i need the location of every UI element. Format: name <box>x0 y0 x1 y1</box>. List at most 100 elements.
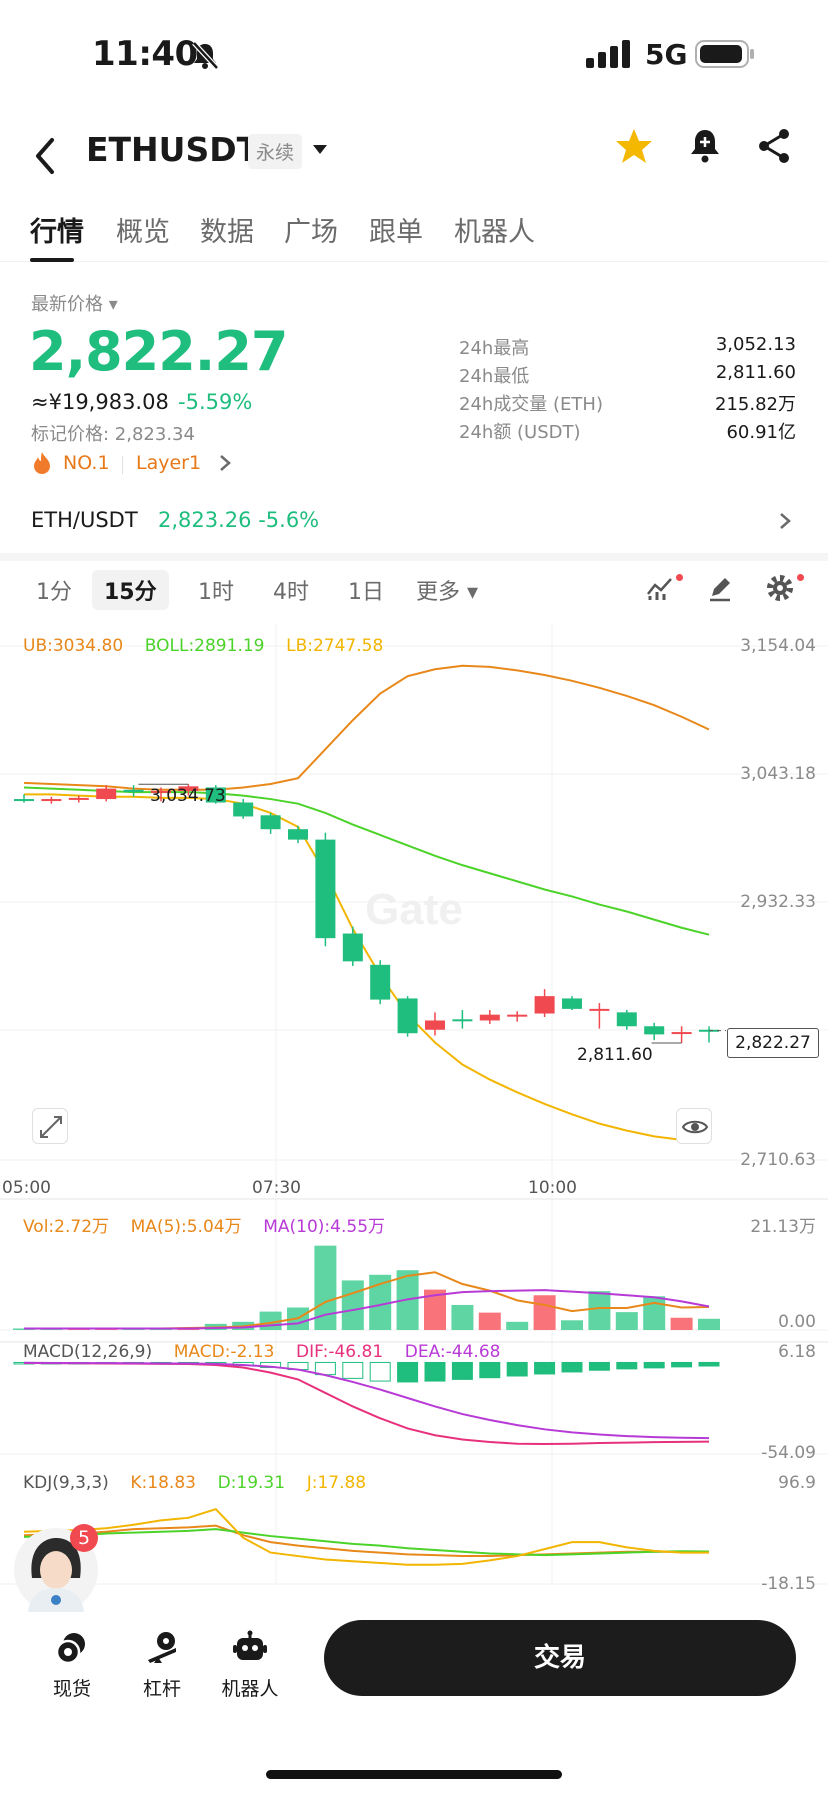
x-tick-label: 10:00 <box>528 1178 577 1198</box>
spot-pair-price: 2,823.26 -5.6% <box>158 508 320 532</box>
interval-selector: 1分 15分 1时 4时 1日 更多 ▾ <box>0 562 828 612</box>
stat-label-volume: 24h成交量 (ETH) <box>459 394 603 415</box>
d-value: D:19.31 <box>217 1473 286 1493</box>
spot-nav-label: 现货 <box>52 1678 91 1700</box>
interval-more[interactable]: 更多 ▾ <box>404 570 490 610</box>
macd-dea-line <box>23 1361 710 1440</box>
favorite-star-icon[interactable] <box>614 126 654 166</box>
stat-label-low: 24h最低 <box>459 366 530 387</box>
interval-1h[interactable]: 1时 <box>186 570 246 610</box>
robot-icon <box>233 1630 267 1660</box>
low-price-annotation: 2,811.60 <box>577 1045 653 1065</box>
y-tick-label: 21.13万 <box>750 1217 816 1237</box>
expand-icon <box>40 1116 62 1138</box>
tab-market[interactable]: 行情 <box>30 210 84 249</box>
spot-pair-name: ETH/USDT <box>31 508 138 532</box>
candle-body <box>288 829 308 840</box>
stat-value-low: 2,811.60 <box>715 362 796 383</box>
price-change-percent: -5.59% <box>178 390 253 414</box>
visibility-button[interactable] <box>676 1108 712 1144</box>
spot-coins-icon <box>55 1633 85 1665</box>
candle-body <box>41 799 62 802</box>
candle-body <box>562 998 582 1009</box>
share-icon[interactable] <box>756 126 792 166</box>
tab-overview[interactable]: 概览 <box>116 210 170 249</box>
tab-square[interactable]: 广场 <box>284 210 338 249</box>
macd-histogram-bar <box>397 1361 419 1383</box>
category-tag[interactable]: Layer1 <box>136 452 201 474</box>
fullscreen-button[interactable] <box>32 1108 68 1144</box>
macd-value: MACD:-2.13 <box>173 1342 275 1362</box>
trade-button[interactable]: 交易 <box>324 1620 796 1696</box>
stat-value-volume: 215.82万 <box>715 394 796 415</box>
tab-data[interactable]: 数据 <box>200 210 254 249</box>
candle-body <box>671 1032 692 1035</box>
macd-histogram-bar <box>506 1361 528 1377</box>
y-tick-label: -18.15 <box>761 1574 816 1594</box>
volume-bar <box>561 1320 583 1330</box>
volume-bar <box>341 1280 364 1330</box>
y-tick-label: 96.9 <box>778 1473 816 1493</box>
macd-histogram-bar <box>616 1361 638 1370</box>
volume-bar <box>643 1296 666 1330</box>
dif-value: DIF:-46.81 <box>296 1342 384 1362</box>
candle-body <box>14 799 34 802</box>
candle-body <box>315 839 336 939</box>
bell-off-icon <box>192 41 219 70</box>
volume-legend: Vol:2.72万 MA(5):5.04万 MA(10):4.55万 <box>23 1212 385 1237</box>
y-tick-label: 2,932.33 <box>740 892 816 912</box>
margin-nav-button[interactable]: 杠杆 <box>122 1624 202 1714</box>
candle-body <box>425 1020 445 1030</box>
j-value: J:17.88 <box>306 1473 367 1493</box>
ma5-legend: MA(5):5.04万 <box>130 1217 242 1237</box>
y-tick-label: 0.00 <box>778 1312 816 1332</box>
ma10-legend: MA(10):4.55万 <box>263 1217 386 1237</box>
interval-4h[interactable]: 4时 <box>261 570 321 610</box>
macd-histogram-bar <box>588 1361 610 1371</box>
home-indicator[interactable] <box>266 1770 562 1779</box>
back-icon[interactable] <box>28 126 64 186</box>
spot-nav-button[interactable]: 现货 <box>32 1624 112 1714</box>
candle-body <box>589 1008 610 1011</box>
chevron-right-icon[interactable] <box>218 452 232 474</box>
macd-title: MACD(12,26,9) <box>23 1342 153 1362</box>
interval-1d[interactable]: 1日 <box>336 570 396 610</box>
tab-bots[interactable]: 机器人 <box>454 210 535 249</box>
kdj-legend: KDJ(9,3,3) K:18.83 D:19.31 J:17.88 <box>23 1473 366 1493</box>
macd-histogram-bar <box>342 1361 364 1379</box>
gear-icon[interactable] <box>764 572 796 604</box>
boll-lower-line <box>24 793 710 1144</box>
status-bar: 11:40 5G <box>0 0 828 112</box>
interval-15m[interactable]: 15分 <box>92 570 169 610</box>
latest-price-label[interactable]: 最新价格 ▾ <box>31 290 118 316</box>
candle-body <box>96 788 117 800</box>
draw-pen-icon[interactable] <box>704 572 736 604</box>
candle-body <box>397 998 418 1034</box>
status-time: 11:40 <box>92 34 198 74</box>
y-tick-label: -54.09 <box>761 1443 816 1463</box>
bots-nav-label: 机器人 <box>221 1678 279 1700</box>
boll-upper-line <box>23 664 710 791</box>
spot-pair-row[interactable]: ETH/USDT 2,823.26 -5.6% <box>0 500 828 546</box>
pair-title[interactable]: ETHUSDT <box>86 130 259 169</box>
tab-copy-trading[interactable]: 跟单 <box>369 210 423 249</box>
indicator-icon[interactable] <box>644 572 676 604</box>
macd-histogram-bar <box>698 1361 720 1367</box>
rank-tag[interactable]: NO.1 <box>63 452 110 474</box>
candle-body <box>452 1019 473 1022</box>
y-tick-label: 2,710.63 <box>740 1150 816 1170</box>
bots-nav-button[interactable]: 机器人 <box>210 1624 290 1714</box>
macd-histogram-bar <box>671 1361 693 1368</box>
dea-value: DEA:-44.68 <box>404 1342 501 1362</box>
price-alert-icon[interactable] <box>686 126 724 166</box>
volume-bar <box>698 1318 720 1330</box>
macd-legend: MACD(12,26,9) MACD:-2.13 DIF:-46.81 DEA:… <box>23 1342 500 1362</box>
stat-label-turnover: 24h额 (USDT) <box>459 422 581 443</box>
k-value: K:18.83 <box>130 1473 196 1493</box>
interval-1m[interactable]: 1分 <box>24 570 84 610</box>
candle-body <box>534 996 555 1014</box>
x-tick-label: 05:00 <box>2 1178 51 1198</box>
caret-down-icon[interactable] <box>310 140 330 160</box>
candle-body <box>616 1012 637 1027</box>
macd-histogram-bar <box>643 1361 665 1369</box>
